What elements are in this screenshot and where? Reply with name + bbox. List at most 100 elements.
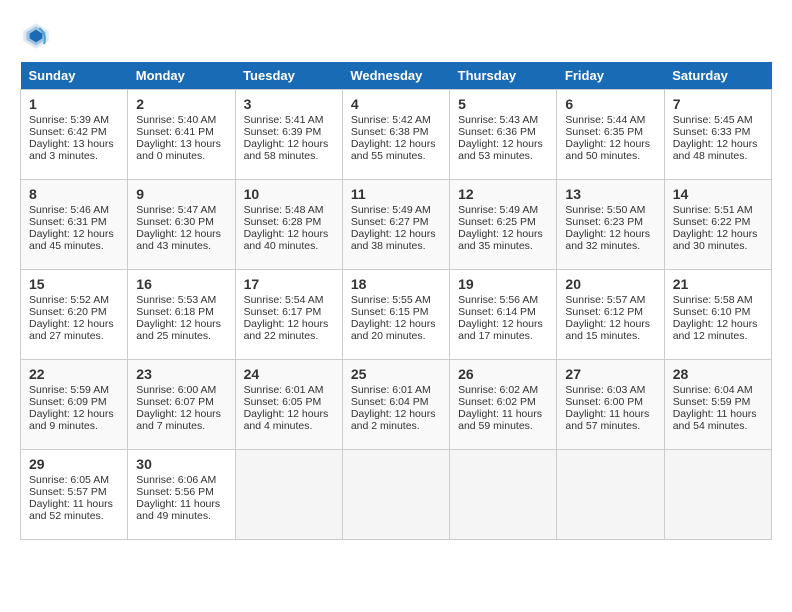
calendar-cell: 22Sunrise: 5:59 AMSunset: 6:09 PMDayligh… <box>21 360 128 450</box>
calendar-cell: 18Sunrise: 5:55 AMSunset: 6:15 PMDayligh… <box>342 270 449 360</box>
sunset: Sunset: 6:18 PM <box>136 306 214 318</box>
daylight: Daylight: 12 hours and 2 minutes. <box>351 408 436 432</box>
sunrise: Sunrise: 5:51 AM <box>673 204 753 216</box>
sunset: Sunset: 6:10 PM <box>673 306 751 318</box>
calendar-cell: 3Sunrise: 5:41 AMSunset: 6:39 PMDaylight… <box>235 90 342 180</box>
sunset: Sunset: 6:27 PM <box>351 216 429 228</box>
calendar-week-3: 15Sunrise: 5:52 AMSunset: 6:20 PMDayligh… <box>21 270 772 360</box>
daylight: Daylight: 11 hours and 57 minutes. <box>565 408 649 432</box>
calendar-cell: 16Sunrise: 5:53 AMSunset: 6:18 PMDayligh… <box>128 270 235 360</box>
sunset: Sunset: 6:39 PM <box>244 126 322 138</box>
calendar-cell: 7Sunrise: 5:45 AMSunset: 6:33 PMDaylight… <box>664 90 771 180</box>
day-number: 8 <box>29 186 119 202</box>
sunrise: Sunrise: 5:46 AM <box>29 204 109 216</box>
daylight: Daylight: 12 hours and 25 minutes. <box>136 318 221 342</box>
day-number: 10 <box>244 186 334 202</box>
header-row: Sunday Monday Tuesday Wednesday Thursday… <box>21 62 772 90</box>
calendar-cell: 20Sunrise: 5:57 AMSunset: 6:12 PMDayligh… <box>557 270 664 360</box>
sunset: Sunset: 5:56 PM <box>136 486 214 498</box>
sunrise: Sunrise: 5:53 AM <box>136 294 216 306</box>
sunrise: Sunrise: 5:52 AM <box>29 294 109 306</box>
sunset: Sunset: 6:33 PM <box>673 126 751 138</box>
daylight: Daylight: 12 hours and 50 minutes. <box>565 138 650 162</box>
sunset: Sunset: 6:04 PM <box>351 396 429 408</box>
day-number: 30 <box>136 456 226 472</box>
sunset: Sunset: 6:42 PM <box>29 126 107 138</box>
sunset: Sunset: 6:09 PM <box>29 396 107 408</box>
col-wednesday: Wednesday <box>342 62 449 90</box>
daylight: Daylight: 13 hours and 0 minutes. <box>136 138 221 162</box>
daylight: Daylight: 12 hours and 38 minutes. <box>351 228 436 252</box>
logo <box>20 20 56 52</box>
daylight: Daylight: 12 hours and 22 minutes. <box>244 318 329 342</box>
calendar-cell <box>235 450 342 540</box>
calendar-cell: 29Sunrise: 6:05 AMSunset: 5:57 PMDayligh… <box>21 450 128 540</box>
calendar-week-5: 29Sunrise: 6:05 AMSunset: 5:57 PMDayligh… <box>21 450 772 540</box>
day-number: 20 <box>565 276 655 292</box>
daylight: Daylight: 12 hours and 40 minutes. <box>244 228 329 252</box>
calendar-cell: 2Sunrise: 5:40 AMSunset: 6:41 PMDaylight… <box>128 90 235 180</box>
sunrise: Sunrise: 5:48 AM <box>244 204 324 216</box>
sunset: Sunset: 6:20 PM <box>29 306 107 318</box>
day-number: 5 <box>458 96 548 112</box>
daylight: Daylight: 12 hours and 27 minutes. <box>29 318 114 342</box>
calendar-cell: 11Sunrise: 5:49 AMSunset: 6:27 PMDayligh… <box>342 180 449 270</box>
sunset: Sunset: 6:05 PM <box>244 396 322 408</box>
daylight: Daylight: 12 hours and 45 minutes. <box>29 228 114 252</box>
sunrise: Sunrise: 5:55 AM <box>351 294 431 306</box>
calendar-cell: 10 Sunrise: 5:48 AMSunset: 6:28 PMDayligh… <box>235 180 342 270</box>
sunset: Sunset: 6:36 PM <box>458 126 536 138</box>
day-number: 15 <box>29 276 119 292</box>
daylight: Daylight: 12 hours and 43 minutes. <box>136 228 221 252</box>
calendar-cell: 17Sunrise: 5:54 AMSunset: 6:17 PMDayligh… <box>235 270 342 360</box>
sunrise: Sunrise: 6:06 AM <box>136 474 216 486</box>
daylight: Daylight: 12 hours and 7 minutes. <box>136 408 221 432</box>
day-number: 9 <box>136 186 226 202</box>
calendar-cell: 5Sunrise: 5:43 AMSunset: 6:36 PMDaylight… <box>450 90 557 180</box>
day-number: 1 <box>29 96 119 112</box>
day-number: 4 <box>351 96 441 112</box>
daylight: Daylight: 12 hours and 4 minutes. <box>244 408 329 432</box>
sunset: Sunset: 6:31 PM <box>29 216 107 228</box>
daylight: Daylight: 11 hours and 49 minutes. <box>136 498 220 522</box>
sunrise: Sunrise: 6:01 AM <box>351 384 431 396</box>
calendar-cell: 6Sunrise: 5:44 AMSunset: 6:35 PMDaylight… <box>557 90 664 180</box>
calendar-cell: 4Sunrise: 5:42 AMSunset: 6:38 PMDaylight… <box>342 90 449 180</box>
calendar-cell: 25 Sunrise: 6:01 AMSunset: 6:04 PMDayligh… <box>342 360 449 450</box>
col-friday: Friday <box>557 62 664 90</box>
calendar-cell: 30 Sunrise: 6:06 AMSunset: 5:56 PMDayligh… <box>128 450 235 540</box>
sunset: Sunset: 6:17 PM <box>244 306 322 318</box>
day-number: 17 <box>244 276 334 292</box>
sunset: Sunset: 6:12 PM <box>565 306 643 318</box>
sunrise: Sunrise: 5:39 AM <box>29 114 109 126</box>
day-number: 23 <box>136 366 226 382</box>
sunset: Sunset: 6:14 PM <box>458 306 536 318</box>
sunset: Sunset: 5:59 PM <box>673 396 751 408</box>
daylight: Daylight: 12 hours and 12 minutes. <box>673 318 758 342</box>
sunrise: Sunrise: 5:56 AM <box>458 294 538 306</box>
day-number: 22 <box>29 366 119 382</box>
col-saturday: Saturday <box>664 62 771 90</box>
day-number: 11 <box>351 186 441 202</box>
sunset: Sunset: 6:25 PM <box>458 216 536 228</box>
sunset: Sunset: 6:28 PM <box>244 216 322 228</box>
sunrise: Sunrise: 5:57 AM <box>565 294 645 306</box>
day-number: 13 <box>565 186 655 202</box>
daylight: Daylight: 11 hours and 59 minutes. <box>458 408 542 432</box>
calendar-cell: 8 Sunrise: 5:46 AMSunset: 6:31 PMDaylight… <box>21 180 128 270</box>
day-number: 2 <box>136 96 226 112</box>
calendar-cell: 21Sunrise: 5:58 AMSunset: 6:10 PMDayligh… <box>664 270 771 360</box>
col-tuesday: Tuesday <box>235 62 342 90</box>
sunset: Sunset: 6:02 PM <box>458 396 536 408</box>
col-thursday: Thursday <box>450 62 557 90</box>
daylight: Daylight: 11 hours and 52 minutes. <box>29 498 113 522</box>
sunrise: Sunrise: 5:40 AM <box>136 114 216 126</box>
daylight: Daylight: 12 hours and 17 minutes. <box>458 318 543 342</box>
calendar-cell <box>664 450 771 540</box>
col-sunday: Sunday <box>21 62 128 90</box>
daylight: Daylight: 11 hours and 54 minutes. <box>673 408 757 432</box>
sunset: Sunset: 6:00 PM <box>565 396 643 408</box>
sunrise: Sunrise: 5:50 AM <box>565 204 645 216</box>
day-number: 6 <box>565 96 655 112</box>
day-number: 25 <box>351 366 441 382</box>
